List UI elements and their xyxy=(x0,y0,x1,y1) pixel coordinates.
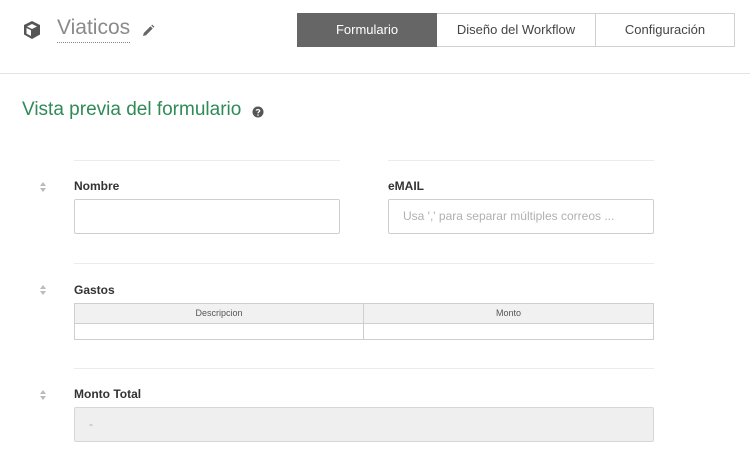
drag-handle-icon[interactable] xyxy=(39,389,47,401)
tab-configuracion[interactable]: Configuración xyxy=(596,13,735,47)
row-separator xyxy=(74,160,340,161)
email-label: eMAIL xyxy=(388,179,424,193)
table-cell-descripcion[interactable] xyxy=(75,324,364,339)
monto-total-field: - xyxy=(74,407,654,442)
tab-formulario[interactable]: Formulario xyxy=(297,13,437,47)
pencil-icon[interactable] xyxy=(141,24,155,38)
page-header: Viaticos Formulario Diseño del Workflow … xyxy=(0,0,750,74)
row-separator xyxy=(74,368,654,369)
monto-total-label: Monto Total xyxy=(74,387,142,401)
cube-icon xyxy=(24,21,40,39)
question-circle-icon[interactable] xyxy=(252,106,264,118)
gastos-table: Descripcion Monto xyxy=(74,303,654,340)
drag-handle-icon[interactable] xyxy=(39,284,47,296)
table-cell-monto[interactable] xyxy=(364,324,653,339)
row-separator xyxy=(74,263,654,264)
tab-diseno-workflow[interactable]: Diseño del Workflow xyxy=(437,13,596,47)
email-input[interactable]: Usa ',' para separar múltiples correos .… xyxy=(388,199,654,234)
tab-bar: Formulario Diseño del Workflow Configura… xyxy=(297,13,735,47)
table-row xyxy=(75,324,653,339)
drag-handle-icon[interactable] xyxy=(39,181,47,193)
table-header: Descripcion Monto xyxy=(75,304,653,324)
app-title[interactable]: Viaticos xyxy=(57,15,131,43)
nombre-label: Nombre xyxy=(74,179,120,193)
column-header-descripcion: Descripcion xyxy=(75,304,364,323)
section-title: Vista previa del formulario xyxy=(22,99,242,120)
column-header-monto: Monto xyxy=(495,308,521,318)
nombre-input[interactable] xyxy=(74,199,340,234)
row-separator xyxy=(388,160,654,161)
gastos-label: Gastos xyxy=(74,283,115,297)
